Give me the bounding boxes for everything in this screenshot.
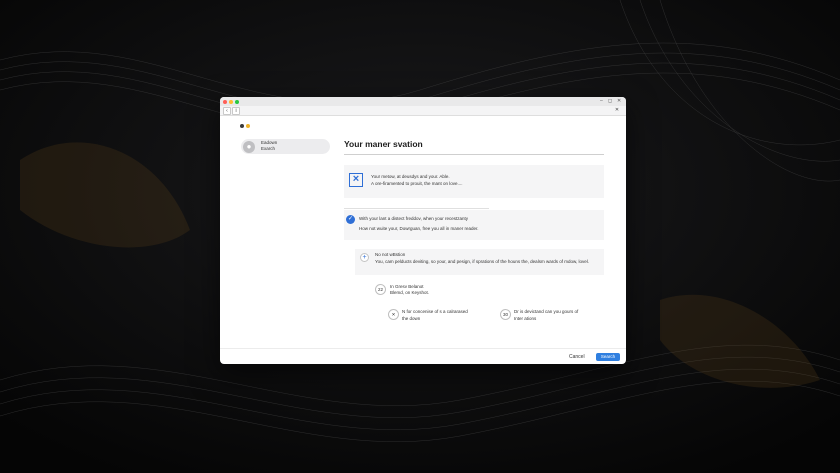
option-title: No not wBstion (375, 252, 406, 257)
sidebar-item-title: Eadown (261, 140, 278, 145)
step-text-line2: Blemd, on Keyshot. (390, 290, 430, 295)
restore-icon[interactable]: ◻ (608, 97, 612, 106)
check-icon[interactable]: ✓ (346, 215, 355, 224)
check-option-subtitle: How not wuite your, Dowrguan, free you a… (359, 226, 479, 231)
close-panel-icon[interactable]: ✕ (614, 107, 620, 113)
sidebar-item-subtitle: Exarch (261, 146, 276, 151)
sidebar-item-account[interactable]: ● Eadown Exarch (241, 139, 330, 154)
info-text-line1: Your metow, at deusdys and your. Able. (371, 174, 450, 179)
status-dot-dark (240, 124, 244, 128)
cancel-button[interactable]: Cancel (569, 353, 585, 361)
toolbar: ‹ i ✕ (220, 106, 626, 116)
option-card[interactable]: + No not wBstion You, cam pelducts devit… (355, 249, 604, 275)
check-option-title: With your lant a distect freddov, when y… (359, 216, 468, 221)
status-dot-yellow (246, 124, 250, 128)
title-bar[interactable]: – ◻ ✕ (220, 97, 626, 106)
close-icon[interactable]: × (349, 173, 363, 187)
close-window-button[interactable] (223, 99, 227, 104)
zoom-window-button[interactable] (235, 99, 239, 104)
info-text-line2: A ore-firamented to prouit, the mant on … (371, 181, 463, 186)
section-divider (344, 208, 489, 209)
search-button[interactable]: Search (596, 353, 620, 361)
title-divider (344, 154, 604, 155)
step-badge: 30 (500, 309, 511, 320)
check-option-card[interactable]: ✓ With your lant a distect freddov, when… (344, 210, 604, 240)
step-text-line1: N for concenise of s a calrarased (402, 309, 468, 314)
minimize-icon[interactable]: – (600, 97, 603, 106)
page-title: Your maner svation (344, 139, 423, 149)
step-text-line1: Dr is devictand can you gours of (514, 309, 579, 314)
person-icon: ● (243, 140, 255, 153)
minimize-window-button[interactable] (229, 99, 233, 104)
step-text-line2: the down (402, 316, 421, 321)
step-badge: 22 (375, 284, 386, 295)
footer-divider (220, 348, 626, 349)
info-card: × Your metow, at deusdys and your. Able.… (344, 165, 604, 198)
back-icon[interactable]: ‹ (223, 107, 231, 115)
close-icon[interactable]: ✕ (388, 309, 399, 320)
info-icon[interactable]: i (232, 107, 240, 115)
step-text-line2: Inter ations (514, 316, 537, 321)
plus-icon[interactable]: + (360, 253, 369, 262)
option-description: You, cam pelducts deviting, so your, and… (375, 259, 589, 264)
app-window: – ◻ ✕ ‹ i ✕ ● Eadown Exarch Your maner s… (220, 97, 626, 364)
close-icon[interactable]: ✕ (617, 97, 621, 106)
